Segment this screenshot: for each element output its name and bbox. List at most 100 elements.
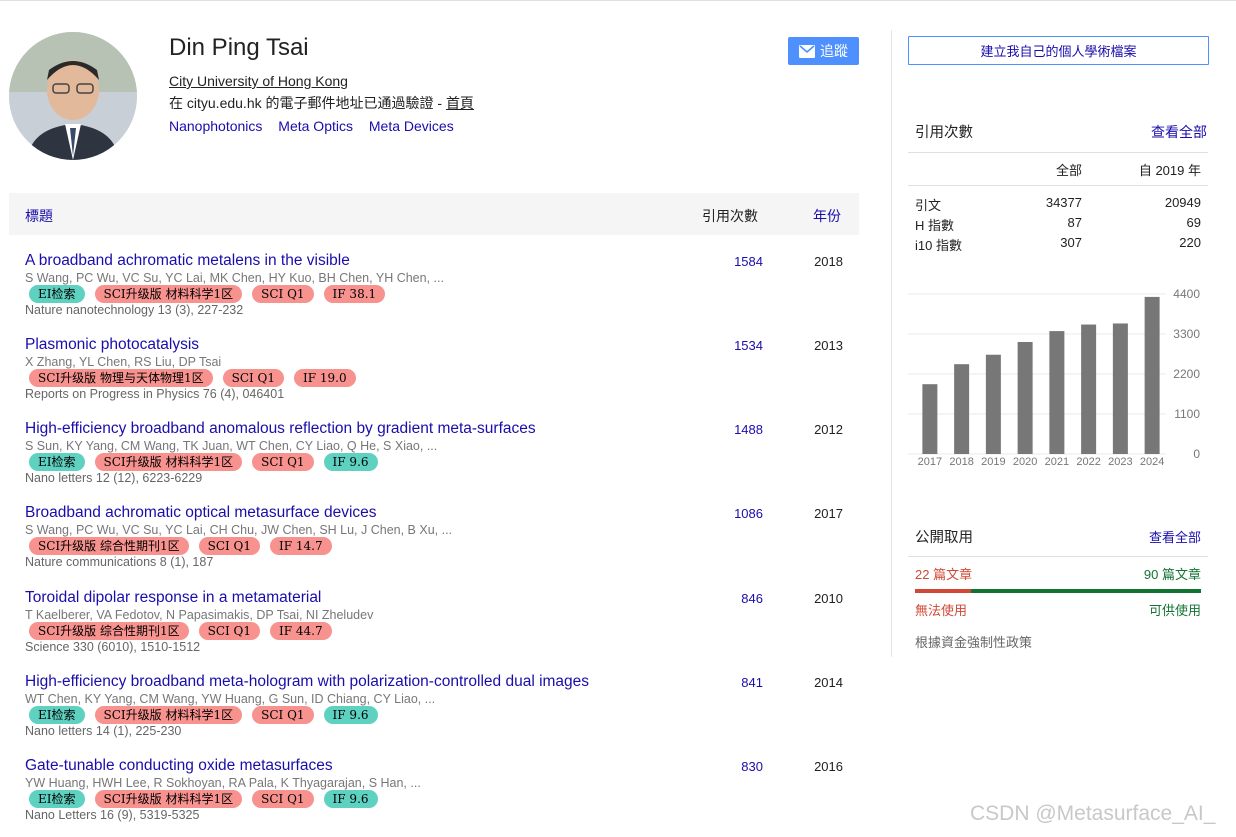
available-count-link[interactable]: 90 篇文章 (1144, 564, 1201, 583)
stat-label: H 指數 (915, 218, 955, 233)
citations-per-year-chart: 4400 3300 2200 1100 0 2017 2018 2019 2020 2021 202… (908, 280, 1208, 480)
table-row: A broadband achromatic metalens in the v… (9, 252, 859, 332)
citation-count-link[interactable]: 1488 (709, 422, 763, 437)
not-available-count-link[interactable]: 22 篇文章 (915, 564, 972, 583)
paper-year: 2012 (814, 422, 843, 437)
paper-tags: EI检索 SCI升级版 材料科学1区 SCI Q1 IF 9.6 (29, 453, 378, 471)
paper-tags: SCI升级版 综合性期刊1区 SCI Q1 IF 44.7 (29, 622, 332, 640)
funding-policy-note: 根據資金強制性政策 (915, 635, 1033, 650)
citations-see-all-link[interactable]: 查看全部 (1151, 122, 1207, 142)
journal-badge: IF 19.0 (294, 369, 356, 387)
journal-badge: IF 9.6 (323, 706, 378, 724)
stat-all: 87 (1067, 215, 1082, 230)
interest-link[interactable]: Meta Devices (369, 118, 454, 134)
paper-title-link[interactable]: Plasmonic photocatalysis (25, 336, 199, 354)
mail-icon (799, 44, 815, 58)
paper-year: 2013 (814, 338, 843, 353)
interest-link[interactable]: Meta Optics (278, 118, 353, 134)
citation-bar[interactable] (1144, 296, 1160, 454)
paper-tags: SCI升级版 物理与天体物理1区 SCI Q1 IF 19.0 (29, 369, 356, 387)
col-header-all: 全部 (1055, 163, 1082, 178)
journal-badge: EI检索 (29, 453, 85, 471)
journal-badge: SCI Q1 (252, 706, 314, 724)
x-tick-label: 2021 (1045, 456, 1069, 468)
citations-title: 引用次數 (915, 125, 973, 141)
table-row: Gate-tunable conducting oxide metasurfac… (9, 757, 859, 837)
journal-badge: SCI升级版 材料科学1区 (94, 453, 243, 471)
citation-bar[interactable] (954, 364, 970, 454)
paper-title-link[interactable]: Gate-tunable conducting oxide metasurfac… (25, 757, 333, 775)
affiliation-link[interactable]: City University of Hong Kong (169, 73, 348, 89)
paper-title-link[interactable]: A broadband achromatic metalens in the v… (25, 252, 350, 270)
paper-tags: EI检索 SCI升级版 材料科学1区 SCI Q1 IF 9.6 (29, 706, 378, 724)
journal-badge: IF 9.6 (323, 453, 378, 471)
x-tick-label: 2017 (918, 456, 942, 468)
journal-badge: SCI升级版 材料科学1区 (94, 285, 243, 303)
top-border (0, 0, 1236, 1)
table-row: Toroidal dipolar response in a metamater… (9, 589, 859, 669)
journal-badge: IF 44.7 (270, 622, 332, 640)
paper-year: 2017 (814, 506, 843, 521)
citation-bar[interactable] (985, 354, 1001, 454)
paper-venue: Nano letters 12 (12), 6223-6229 (25, 471, 203, 485)
journal-badge: EI检索 (29, 285, 85, 303)
create-profile-button[interactable]: 建立我自己的個人學術檔案 (908, 36, 1209, 65)
interests: Nanophotonics Meta Optics Meta Devices (169, 118, 466, 134)
citation-bar[interactable] (1017, 342, 1033, 454)
journal-badge: SCI Q1 (252, 285, 314, 303)
avatar[interactable] (9, 32, 137, 160)
paper-tags: SCI升级版 综合性期刊1区 SCI Q1 IF 14.7 (29, 537, 332, 555)
paper-venue: Nano letters 14 (1), 225-230 (25, 724, 182, 738)
paper-title-link[interactable]: High-efficiency broadband anomalous refl… (25, 420, 536, 438)
follow-label: 追蹤 (820, 43, 848, 59)
y-tick-label: 0 (1193, 447, 1200, 461)
citation-count-link[interactable]: 1584 (709, 254, 763, 269)
sort-by-title[interactable]: 標題 (25, 206, 53, 226)
journal-badge: SCI Q1 (198, 622, 261, 640)
divider (908, 152, 1208, 153)
follow-button[interactable]: 追蹤 (788, 37, 859, 65)
open-access-title: 公開取用 (915, 530, 973, 546)
citation-count-link[interactable]: 1534 (709, 338, 763, 353)
open-access-see-all-link[interactable]: 查看全部 (1149, 527, 1201, 546)
paper-venue: Nano Letters 16 (9), 5319-5325 (25, 808, 200, 822)
citation-bar[interactable] (1081, 324, 1097, 454)
paper-venue: Nature communications 8 (1), 187 (25, 555, 214, 569)
y-tick-label: 3300 (1173, 327, 1200, 341)
paper-title-link[interactable]: Toroidal dipolar response in a metamater… (25, 589, 321, 607)
journal-badge: SCI升级版 物理与天体物理1区 (29, 369, 213, 387)
paper-authors: S Wang, PC Wu, VC Su, YC Lai, CH Chu, JW… (25, 523, 453, 537)
divider (908, 185, 1208, 186)
paper-year: 2014 (814, 675, 843, 690)
avatar-photo (9, 32, 137, 160)
interest-link[interactable]: Nanophotonics (169, 118, 262, 134)
citation-count-link[interactable]: 841 (709, 675, 763, 690)
paper-authors: X Zhang, YL Chen, RS Liu, DP Tsai (25, 355, 222, 369)
paper-venue: Science 330 (6010), 1510-1512 (25, 640, 201, 654)
column-divider (891, 30, 892, 657)
paper-authors: S Wang, PC Wu, VC Su, YC Lai, MK Chen, H… (25, 271, 444, 285)
sort-by-year[interactable]: 年份 (813, 206, 841, 226)
verified-email: 在 cityu.edu.hk 的電子郵件地址已通過驗證 - 首頁 (169, 93, 474, 113)
table-header: 標題 引用次數 年份 (9, 193, 859, 235)
journal-badge: SCI Q1 (252, 790, 314, 808)
citation-bar[interactable] (1112, 323, 1128, 454)
citation-count-link[interactable]: 846 (709, 591, 763, 606)
journal-badge: SCI升级版 综合性期刊1区 (29, 537, 189, 555)
table-row: High-efficiency broadband anomalous refl… (9, 420, 859, 500)
divider (908, 556, 1208, 557)
not-available-bar-fill (915, 589, 972, 593)
citation-bar[interactable] (1049, 331, 1065, 454)
paper-authors: S Sun, KY Yang, CM Wang, TK Juan, WT Che… (25, 439, 438, 453)
x-tick-label: 2022 (1076, 456, 1100, 468)
citation-count-link[interactable]: 1086 (709, 506, 763, 521)
paper-venue: Nature nanotechnology 13 (3), 227-232 (25, 303, 244, 317)
paper-title-link[interactable]: Broadband achromatic optical metasurface… (25, 504, 377, 522)
homepage-link[interactable]: 首頁 (446, 95, 474, 111)
paper-title-link[interactable]: High-efficiency broadband meta-hologram … (25, 673, 589, 691)
x-tick-label: 2023 (1108, 456, 1132, 468)
citation-bar[interactable] (922, 384, 938, 454)
citation-count-link[interactable]: 830 (709, 759, 763, 774)
stat-since: 220 (1179, 235, 1201, 250)
paper-year: 2010 (814, 591, 843, 606)
